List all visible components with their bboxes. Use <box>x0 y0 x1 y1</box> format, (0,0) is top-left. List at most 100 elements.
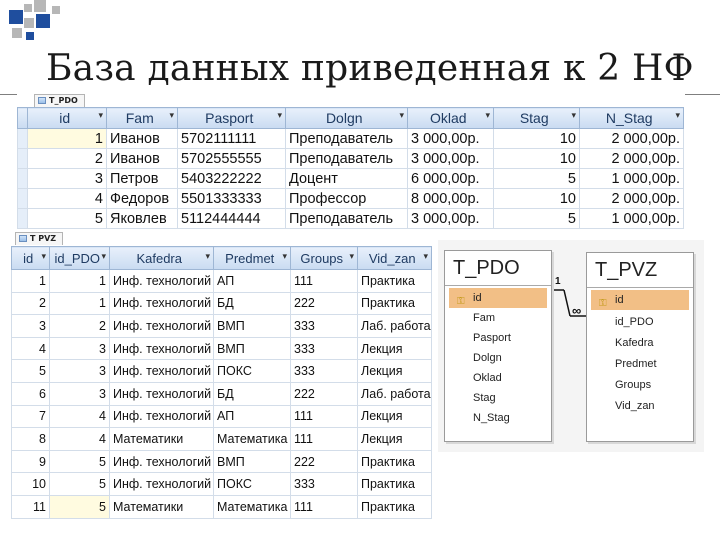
table-cell[interactable]: Доцент <box>285 168 408 189</box>
column-header[interactable]: id_PDO ▾ <box>49 246 110 270</box>
column-header[interactable]: id ▾ <box>11 246 50 270</box>
table-cell[interactable]: 2 <box>11 291 50 316</box>
table-cell[interactable]: Яковлев <box>106 208 178 229</box>
table-cell[interactable]: 2 000,00р. <box>579 128 684 149</box>
table-cell[interactable]: 5403222222 <box>177 168 286 189</box>
table-cell[interactable]: 3 000,00р. <box>407 148 494 169</box>
table-cell[interactable]: Инф. технологий <box>109 404 214 429</box>
table-cell[interactable]: Лекция <box>357 336 432 361</box>
table-cell[interactable]: 5 <box>49 472 110 496</box>
table-cell[interactable]: 6 000,00р. <box>407 168 494 189</box>
table-cell[interactable]: Инф. технологий <box>109 472 214 496</box>
table-cell[interactable]: 2 <box>49 314 110 338</box>
table-cell[interactable]: 1 <box>49 269 110 293</box>
column-header[interactable]: Oklad ▾ <box>407 107 494 129</box>
table-cell[interactable]: ПОКС <box>213 472 291 496</box>
column-header[interactable]: Stag ▾ <box>493 107 580 129</box>
row-selector[interactable] <box>17 148 28 169</box>
table-cell[interactable]: 5 <box>49 494 110 519</box>
table-cell[interactable]: 4 <box>49 404 110 429</box>
entity-field[interactable]: Predmet <box>591 354 689 374</box>
table-cell[interactable]: 4 <box>49 427 110 451</box>
column-header[interactable]: Dolgn ▾ <box>285 107 408 129</box>
table-cell[interactable]: 10 <box>493 188 580 209</box>
column-header[interactable]: Groups ▾ <box>290 246 358 270</box>
table-cell[interactable]: 3 000,00р. <box>407 128 494 149</box>
table-cell[interactable]: 11 <box>11 494 50 519</box>
table-cell[interactable]: Инф. технологий <box>109 449 214 474</box>
entity-field[interactable]: Dolgn <box>449 348 547 368</box>
table-cell[interactable]: 8 000,00р. <box>407 188 494 209</box>
table-cell[interactable]: Математики <box>109 494 214 519</box>
table-cell[interactable]: Инф. технологий <box>109 336 214 361</box>
table-cell[interactable]: 5702555555 <box>177 148 286 169</box>
table-cell[interactable]: Преподаватель <box>285 208 408 229</box>
table-cell[interactable]: Федоров <box>106 188 178 209</box>
table-cell[interactable]: 1 000,00р. <box>579 168 684 189</box>
t-pdo-tab[interactable]: T_PDO <box>34 94 85 107</box>
table-cell[interactable]: Математика <box>213 427 291 451</box>
entity-field[interactable]: ⚿ id <box>449 288 547 308</box>
table-cell[interactable]: 3 <box>49 381 110 406</box>
row-selector[interactable] <box>17 128 28 149</box>
table-cell[interactable]: 5702111111 <box>177 128 286 149</box>
column-header[interactable]: Predmet ▾ <box>213 246 291 270</box>
table-cell[interactable]: 333 <box>290 314 358 338</box>
table-cell[interactable]: 5 <box>11 359 50 383</box>
entity-field[interactable]: id_PDO <box>591 312 689 332</box>
entity-field[interactable]: Fam <box>449 308 547 328</box>
table-cell[interactable]: 111 <box>290 427 358 451</box>
row-selector[interactable] <box>17 208 28 229</box>
table-cell[interactable]: Инф. технологий <box>109 359 214 383</box>
table-cell[interactable]: 6 <box>11 381 50 406</box>
table-cell[interactable]: 10 <box>11 472 50 496</box>
table-cell[interactable]: Иванов <box>106 128 178 149</box>
table-cell[interactable]: Практика <box>357 269 432 293</box>
table-cell[interactable]: Практика <box>357 494 432 519</box>
entity-field[interactable]: Groups <box>591 375 689 395</box>
table-cell[interactable]: 5 <box>493 208 580 229</box>
table-cell[interactable]: Практика <box>357 472 432 496</box>
table-cell[interactable]: 10 <box>493 128 580 149</box>
table-cell[interactable]: 2 000,00р. <box>579 188 684 209</box>
table-cell[interactable]: 8 <box>11 427 50 451</box>
row-selector[interactable] <box>17 168 28 189</box>
table-cell[interactable]: 5 <box>493 168 580 189</box>
table-cell[interactable]: 3 <box>49 359 110 383</box>
table-cell[interactable]: Практика <box>357 291 432 316</box>
table-cell[interactable]: 5 <box>49 449 110 474</box>
table-cell[interactable]: АП <box>213 269 291 293</box>
table-cell[interactable]: 1 <box>11 269 50 293</box>
entity-field[interactable]: Kafedra <box>591 333 689 353</box>
row-selector[interactable] <box>17 188 28 209</box>
table-cell[interactable]: Преподаватель <box>285 128 408 149</box>
table-cell[interactable]: Инф. технологий <box>109 314 214 338</box>
table-cell[interactable]: 5 <box>27 208 107 229</box>
table-cell[interactable]: ВМП <box>213 449 291 474</box>
table-cell[interactable]: Профессор <box>285 188 408 209</box>
entity-field[interactable]: Vid_zan <box>591 396 689 416</box>
table-cell[interactable]: Инф. технологий <box>109 381 214 406</box>
table-cell[interactable]: БД <box>213 381 291 406</box>
table-cell[interactable]: 222 <box>290 291 358 316</box>
table-cell[interactable]: Практика <box>357 449 432 474</box>
column-header[interactable]: id ▾ <box>27 107 107 129</box>
table-cell[interactable]: 111 <box>290 404 358 429</box>
column-header[interactable]: Kafedra ▾ <box>109 246 214 270</box>
table-cell[interactable]: 333 <box>290 359 358 383</box>
table-cell[interactable]: 111 <box>290 494 358 519</box>
table-cell[interactable]: 333 <box>290 336 358 361</box>
table-cell[interactable]: 3 000,00р. <box>407 208 494 229</box>
table-cell[interactable]: 5112444444 <box>177 208 286 229</box>
table-cell[interactable]: Петров <box>106 168 178 189</box>
table-cell[interactable]: ВМП <box>213 314 291 338</box>
table-cell[interactable]: 111 <box>290 269 358 293</box>
table-cell[interactable]: 3 <box>11 314 50 338</box>
table-cell[interactable]: Лаб. работа <box>357 381 432 406</box>
table-cell[interactable]: Лаб. работа <box>357 314 432 338</box>
table-cell[interactable]: 4 <box>27 188 107 209</box>
table-cell[interactable]: 4 <box>11 336 50 361</box>
column-header[interactable]: Fam ▾ <box>106 107 178 129</box>
table-cell[interactable]: 2 000,00р. <box>579 148 684 169</box>
table-cell[interactable]: 5501333333 <box>177 188 286 209</box>
